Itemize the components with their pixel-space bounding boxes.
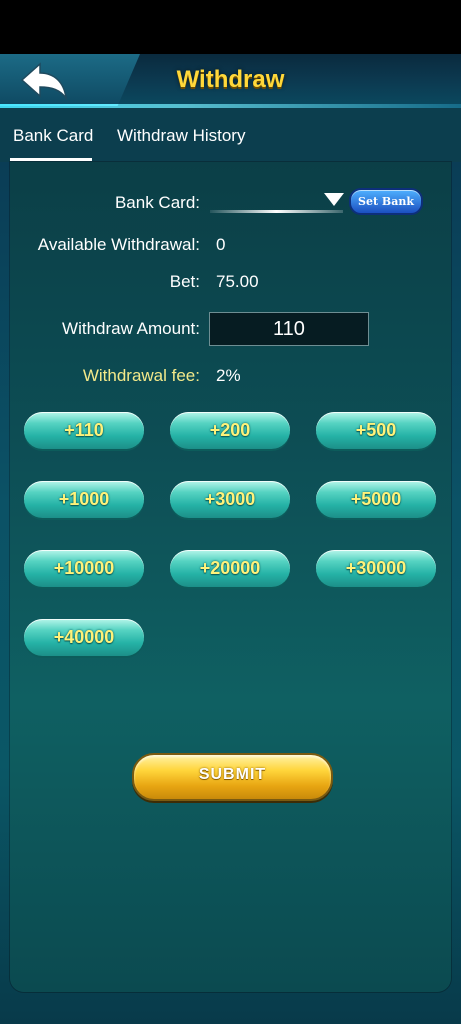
quick-amount-button[interactable]: +200: [170, 412, 290, 449]
page-title: Withdraw: [176, 66, 285, 93]
withdraw-amount-input[interactable]: 110: [209, 312, 369, 346]
status-bar: [0, 0, 461, 54]
bet-label: Bet:: [169, 272, 200, 291]
quick-amount-button[interactable]: +3000: [170, 481, 290, 518]
tab-bar: Bank Card Withdraw History: [0, 108, 461, 162]
quick-amount-button[interactable]: +20000: [170, 550, 290, 587]
quick-amount-button[interactable]: +10000: [24, 550, 144, 587]
quick-amount-button[interactable]: +110: [24, 412, 144, 449]
active-tab-indicator: [10, 158, 92, 161]
tab-withdraw-history[interactable]: Withdraw History: [117, 126, 245, 146]
quick-amount-button[interactable]: +40000: [24, 619, 144, 656]
bet-value: 75.00: [216, 272, 259, 291]
bank-card-select[interactable]: [210, 210, 343, 213]
tab-bank-card[interactable]: Bank Card: [13, 126, 93, 146]
quick-amount-button[interactable]: +5000: [316, 481, 436, 518]
quick-amount-button[interactable]: +500: [316, 412, 436, 449]
chevron-down-icon[interactable]: [324, 193, 344, 206]
withdrawal-fee-label: Withdrawal fee:: [82, 366, 200, 385]
withdraw-amount-label: Withdraw Amount:: [62, 319, 200, 338]
withdrawal-fee-value: 2%: [216, 366, 241, 385]
available-withdrawal-label: Available Withdrawal:: [37, 235, 200, 254]
header-bar: Withdraw: [0, 54, 461, 108]
quick-amount-button[interactable]: +30000: [316, 550, 436, 587]
submit-button[interactable]: SUBMIT: [132, 753, 333, 801]
set-bank-button[interactable]: Set Bank: [349, 188, 423, 215]
bank-card-label: Bank Card:: [114, 193, 200, 212]
available-withdrawal-value: 0: [216, 235, 226, 254]
quick-amount-button[interactable]: +1000: [24, 481, 144, 518]
